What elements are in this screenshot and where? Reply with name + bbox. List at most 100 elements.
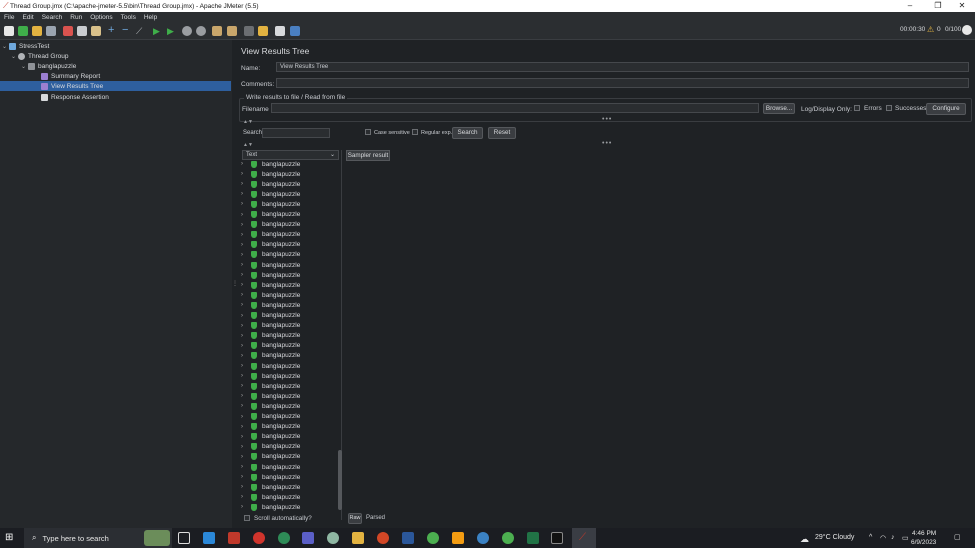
list-item[interactable]: › banglapuzzle xyxy=(241,472,300,482)
browse-button[interactable]: Browse... xyxy=(763,103,795,114)
reset-search-icon[interactable] xyxy=(258,26,268,36)
netflix-icon[interactable] xyxy=(228,532,240,544)
list-item[interactable]: › banglapuzzle xyxy=(241,321,300,331)
help-icon[interactable] xyxy=(290,26,300,36)
collapse-arrows-icon[interactable]: ▲▼ xyxy=(243,142,253,148)
file-explorer-icon[interactable] xyxy=(352,532,364,544)
chevron-right-icon[interactable]: › xyxy=(241,373,251,379)
chevron-right-icon[interactable]: › xyxy=(241,464,251,470)
chevron-right-icon[interactable]: › xyxy=(241,383,251,389)
successes-checkbox[interactable] xyxy=(886,105,892,111)
filename-field[interactable] xyxy=(271,103,759,113)
new-icon[interactable] xyxy=(4,26,14,36)
list-item[interactable]: › banglapuzzle xyxy=(241,391,300,401)
list-item[interactable]: › banglapuzzle xyxy=(241,351,300,361)
chevron-right-icon[interactable]: › xyxy=(241,161,251,167)
tab-parsed[interactable]: Parsed xyxy=(366,515,385,521)
powerpoint-icon[interactable] xyxy=(377,532,389,544)
function-helper-icon[interactable] xyxy=(275,26,285,36)
chevron-right-icon[interactable]: › xyxy=(241,484,251,490)
shutdown-icon[interactable] xyxy=(196,26,206,36)
list-item[interactable]: › banglapuzzle xyxy=(241,240,300,250)
chevron-right-icon[interactable]: › xyxy=(241,424,251,430)
wifi-icon[interactable]: ◠ xyxy=(880,534,886,542)
menu-edit[interactable]: Edit xyxy=(18,14,37,21)
excel-icon[interactable] xyxy=(527,532,539,544)
list-item[interactable]: › banglapuzzle xyxy=(241,371,300,381)
chevron-right-icon[interactable]: › xyxy=(241,353,251,359)
tree-node-thread-group[interactable]: ⌄ Thread Group xyxy=(11,51,68,61)
list-item[interactable]: › banglapuzzle xyxy=(241,179,300,189)
name-field[interactable]: View Results Tree xyxy=(276,62,969,72)
scroll-automatically-checkbox[interactable] xyxy=(244,515,250,521)
list-item[interactable]: › banglapuzzle xyxy=(241,381,300,391)
teams-icon[interactable] xyxy=(302,532,314,544)
remote-status-icon[interactable] xyxy=(962,25,972,35)
chevron-right-icon[interactable]: › xyxy=(241,242,251,248)
list-item[interactable]: › banglapuzzle xyxy=(241,482,300,492)
search-binoculars-icon[interactable] xyxy=(244,26,254,36)
chrome-icon[interactable] xyxy=(502,532,514,544)
chevron-right-icon[interactable]: › xyxy=(241,222,251,228)
upwork-icon[interactable] xyxy=(278,532,290,544)
tab-raw[interactable]: Raw xyxy=(348,513,362,524)
list-item[interactable]: › banglapuzzle xyxy=(241,169,300,179)
chevron-right-icon[interactable]: › xyxy=(241,323,251,329)
chevron-right-icon[interactable]: › xyxy=(241,403,251,409)
chevron-right-icon[interactable]: › xyxy=(241,201,251,207)
renderer-select[interactable]: Text ⌄ xyxy=(242,150,339,160)
list-item[interactable]: › banglapuzzle xyxy=(241,250,300,260)
list-item[interactable]: › banglapuzzle xyxy=(241,189,300,199)
open-icon[interactable] xyxy=(32,26,42,36)
regular-exp-checkbox[interactable] xyxy=(412,129,418,135)
app-icon[interactable] xyxy=(477,532,489,544)
chevron-right-icon[interactable]: › xyxy=(241,313,251,319)
list-item[interactable]: › banglapuzzle xyxy=(241,260,300,270)
app-icon[interactable] xyxy=(327,532,339,544)
chevron-right-icon[interactable]: › xyxy=(241,454,251,460)
chevron-right-icon[interactable]: › xyxy=(241,393,251,399)
paste-icon[interactable] xyxy=(91,26,101,36)
list-item[interactable]: › banglapuzzle xyxy=(241,220,300,230)
terminal-icon[interactable] xyxy=(551,532,563,544)
windows-start-icon[interactable]: ⊞ xyxy=(5,532,17,544)
list-item[interactable]: › banglapuzzle xyxy=(241,422,300,432)
list-item[interactable]: › banglapuzzle xyxy=(241,331,300,341)
collapse-arrows-icon[interactable]: ▲▼ xyxy=(243,119,253,125)
menu-file[interactable]: File xyxy=(0,14,18,21)
tree-node-response-assertion[interactable]: Response Assertion xyxy=(41,92,109,102)
chevron-right-icon[interactable]: › xyxy=(241,474,251,480)
close-button[interactable]: ✕ xyxy=(951,0,973,12)
list-item[interactable]: › banglapuzzle xyxy=(241,290,300,300)
results-scrollbar[interactable] xyxy=(338,450,342,510)
comments-field[interactable] xyxy=(276,78,969,88)
notifications-icon[interactable]: ▢ xyxy=(954,533,961,541)
tree-node-summary-report[interactable]: Summary Report xyxy=(41,71,100,81)
chevron-right-icon[interactable]: › xyxy=(241,262,251,268)
chevron-up-icon[interactable]: ^ xyxy=(869,534,872,541)
weather-text[interactable]: 29°C Cloudy xyxy=(815,534,854,541)
errors-checkbox[interactable] xyxy=(854,105,860,111)
list-item[interactable]: › banglapuzzle xyxy=(241,270,300,280)
expand-icon[interactable]: + xyxy=(108,25,118,36)
collapse-icon[interactable]: − xyxy=(122,25,132,36)
list-item[interactable]: › banglapuzzle xyxy=(241,442,300,452)
save-icon[interactable] xyxy=(46,26,56,36)
start-no-pauses-icon[interactable]: ▶ xyxy=(167,26,177,36)
chevron-down-icon[interactable]: ⌄ xyxy=(21,63,28,70)
chevron-right-icon[interactable]: › xyxy=(241,434,251,440)
opera-icon[interactable] xyxy=(253,532,265,544)
menu-search[interactable]: Search xyxy=(38,14,67,21)
search-button[interactable]: Search xyxy=(452,127,483,139)
chevron-right-icon[interactable]: › xyxy=(241,343,251,349)
chevron-right-icon[interactable]: › xyxy=(241,302,251,308)
menu-run[interactable]: Run xyxy=(66,14,86,21)
tree-node-stresstest[interactable]: ⌄ StressTest xyxy=(2,41,49,51)
clock-date[interactable]: 6/9/2023 xyxy=(911,539,936,546)
chrome-icon[interactable] xyxy=(427,532,439,544)
list-item[interactable]: › banglapuzzle xyxy=(241,311,300,321)
chevron-down-icon[interactable]: ⌄ xyxy=(11,53,18,60)
list-item[interactable]: › banglapuzzle xyxy=(241,361,300,371)
tree-splitter-handle[interactable]: ⋮ xyxy=(232,280,238,287)
vlc-icon[interactable] xyxy=(452,532,464,544)
